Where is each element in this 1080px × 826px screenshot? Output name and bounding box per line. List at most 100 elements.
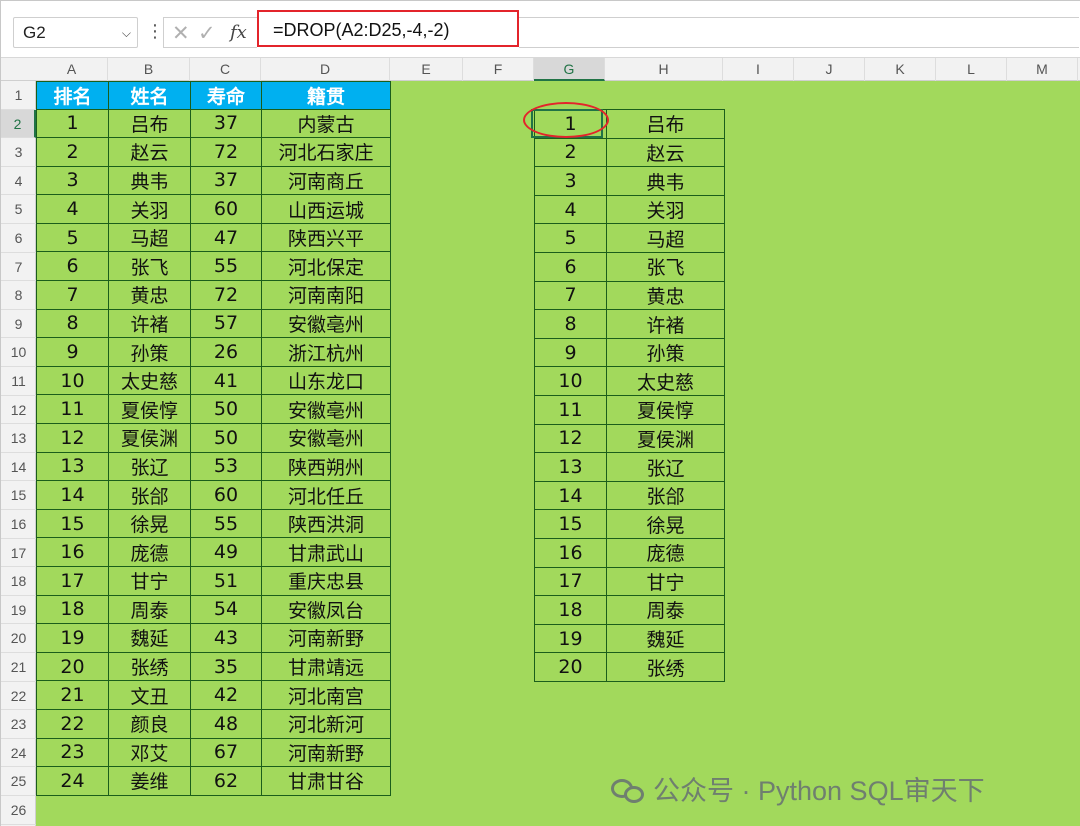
result-cell[interactable]: 典韦 [606,166,725,196]
chevron-down-icon[interactable]: ⌵ [122,26,131,41]
source-cell[interactable]: 72 [190,137,262,167]
confirm-icon[interactable]: ✓ [198,21,216,46]
source-header-cell[interactable]: 寿命 [190,80,262,110]
source-cell[interactable]: 颜良 [108,708,191,739]
source-cell[interactable]: 甘宁 [108,566,191,596]
result-cell[interactable]: 太史慈 [606,366,725,397]
source-cell[interactable]: 13 [36,451,109,482]
source-cell[interactable]: 7 [36,280,109,310]
source-cell[interactable]: 许褚 [108,308,191,339]
result-cell[interactable]: 庞德 [606,538,725,568]
source-cell[interactable]: 甘肃甘谷 [261,766,391,796]
result-cell[interactable]: 18 [534,595,607,625]
column-header-l[interactable]: L [936,58,1007,81]
row-header-20[interactable]: 20 [1,624,36,653]
result-cell[interactable]: 19 [534,623,607,654]
source-cell[interactable]: 5 [36,222,109,253]
source-cell[interactable]: 夏侯惇 [108,394,191,425]
row-header-25[interactable]: 25 [1,767,36,796]
result-cell[interactable]: 徐晃 [606,509,725,539]
source-cell[interactable]: 吕布 [108,108,191,139]
source-cell[interactable]: 河北南宫 [261,680,391,710]
result-cell[interactable]: 赵云 [606,137,725,168]
source-cell[interactable]: 内蒙古 [261,108,391,139]
row-header-14[interactable]: 14 [1,453,36,482]
row-header-19[interactable]: 19 [1,596,36,625]
source-cell[interactable]: 姜维 [108,766,191,796]
source-cell[interactable]: 陕西兴平 [261,222,391,253]
row-header-1[interactable]: 1 [1,81,36,110]
source-cell[interactable]: 14 [36,480,109,510]
source-cell[interactable]: 陕西朔州 [261,451,391,482]
name-box[interactable]: G2 ⌵ [13,17,138,48]
source-cell[interactable]: 8 [36,308,109,339]
source-cell[interactable]: 甘肃武山 [261,537,391,567]
source-cell[interactable]: 60 [190,480,262,510]
source-cell[interactable]: 安徽凤台 [261,594,391,625]
source-cell[interactable]: 22 [36,708,109,739]
source-cell[interactable]: 关羽 [108,194,191,224]
row-header-6[interactable]: 6 [1,224,36,253]
source-cell[interactable]: 49 [190,537,262,567]
source-cell[interactable]: 邓艾 [108,737,191,768]
source-cell[interactable]: 陕西洪洞 [261,508,391,539]
source-cell[interactable]: 张郃 [108,480,191,510]
column-header-e[interactable]: E [390,58,463,81]
result-cell[interactable]: 吕布 [606,109,725,139]
column-header-d[interactable]: D [261,58,390,81]
column-header-k[interactable]: K [865,58,936,81]
source-cell[interactable]: 典韦 [108,165,191,196]
row-header-10[interactable]: 10 [1,338,36,367]
source-cell[interactable]: 重庆忠县 [261,566,391,596]
result-cell[interactable]: 13 [534,452,607,482]
source-cell[interactable]: 安徽亳州 [261,308,391,339]
source-cell[interactable]: 15 [36,508,109,539]
source-cell[interactable]: 16 [36,537,109,567]
result-cell[interactable]: 20 [534,652,607,682]
source-header-cell[interactable]: 姓名 [108,80,191,110]
source-cell[interactable]: 庞德 [108,537,191,567]
column-header-h[interactable]: H [605,58,723,81]
source-cell[interactable]: 徐晃 [108,508,191,539]
row-header-22[interactable]: 22 [1,682,36,711]
result-cell[interactable]: 15 [534,509,607,539]
source-cell[interactable]: 张飞 [108,251,191,282]
result-cell[interactable]: 5 [534,223,607,254]
row-header-23[interactable]: 23 [1,710,36,739]
source-cell[interactable]: 23 [36,737,109,768]
row-header-11[interactable]: 11 [1,367,36,396]
source-cell[interactable]: 55 [190,251,262,282]
source-cell[interactable]: 47 [190,222,262,253]
result-cell[interactable]: 10 [534,366,607,397]
column-header-f[interactable]: F [463,58,534,81]
result-cell[interactable]: 14 [534,480,607,511]
source-cell[interactable]: 河北新河 [261,708,391,739]
source-header-cell[interactable]: 籍贯 [261,80,391,110]
result-cell[interactable]: 17 [534,566,607,597]
insert-function-icon[interactable]: fx [230,22,247,43]
source-cell[interactable]: 山西运城 [261,194,391,224]
result-cell[interactable]: 6 [534,252,607,282]
source-cell[interactable]: 4 [36,194,109,224]
row-header-9[interactable]: 9 [1,310,36,339]
worksheet-grid[interactable]: ABCDEFGHIJKLM 1 2 3 4 5 6 7 8 9 10 11 12 13 14 15 16 17 1… [1,58,1080,826]
source-cell[interactable]: 9 [36,337,109,367]
source-cell[interactable]: 20 [36,651,109,682]
source-cell[interactable]: 37 [190,165,262,196]
column-header-m[interactable]: M [1007,58,1078,81]
source-cell[interactable]: 54 [190,594,262,625]
source-cell[interactable]: 51 [190,566,262,596]
row-header-18[interactable]: 18 [1,567,36,596]
cancel-icon[interactable]: ✕ [172,21,190,46]
result-cell[interactable]: 许褚 [606,309,725,339]
source-cell[interactable]: 55 [190,508,262,539]
source-cell[interactable]: 黄忠 [108,280,191,310]
row-header-8[interactable]: 8 [1,281,36,310]
source-cell[interactable]: 魏延 [108,623,191,653]
source-cell[interactable]: 马超 [108,222,191,253]
source-cell[interactable]: 浙江杭州 [261,337,391,367]
result-cell[interactable]: 黄忠 [606,280,725,311]
source-cell[interactable]: 12 [36,423,109,453]
source-cell[interactable]: 48 [190,708,262,739]
result-cell[interactable]: 孙策 [606,337,725,368]
